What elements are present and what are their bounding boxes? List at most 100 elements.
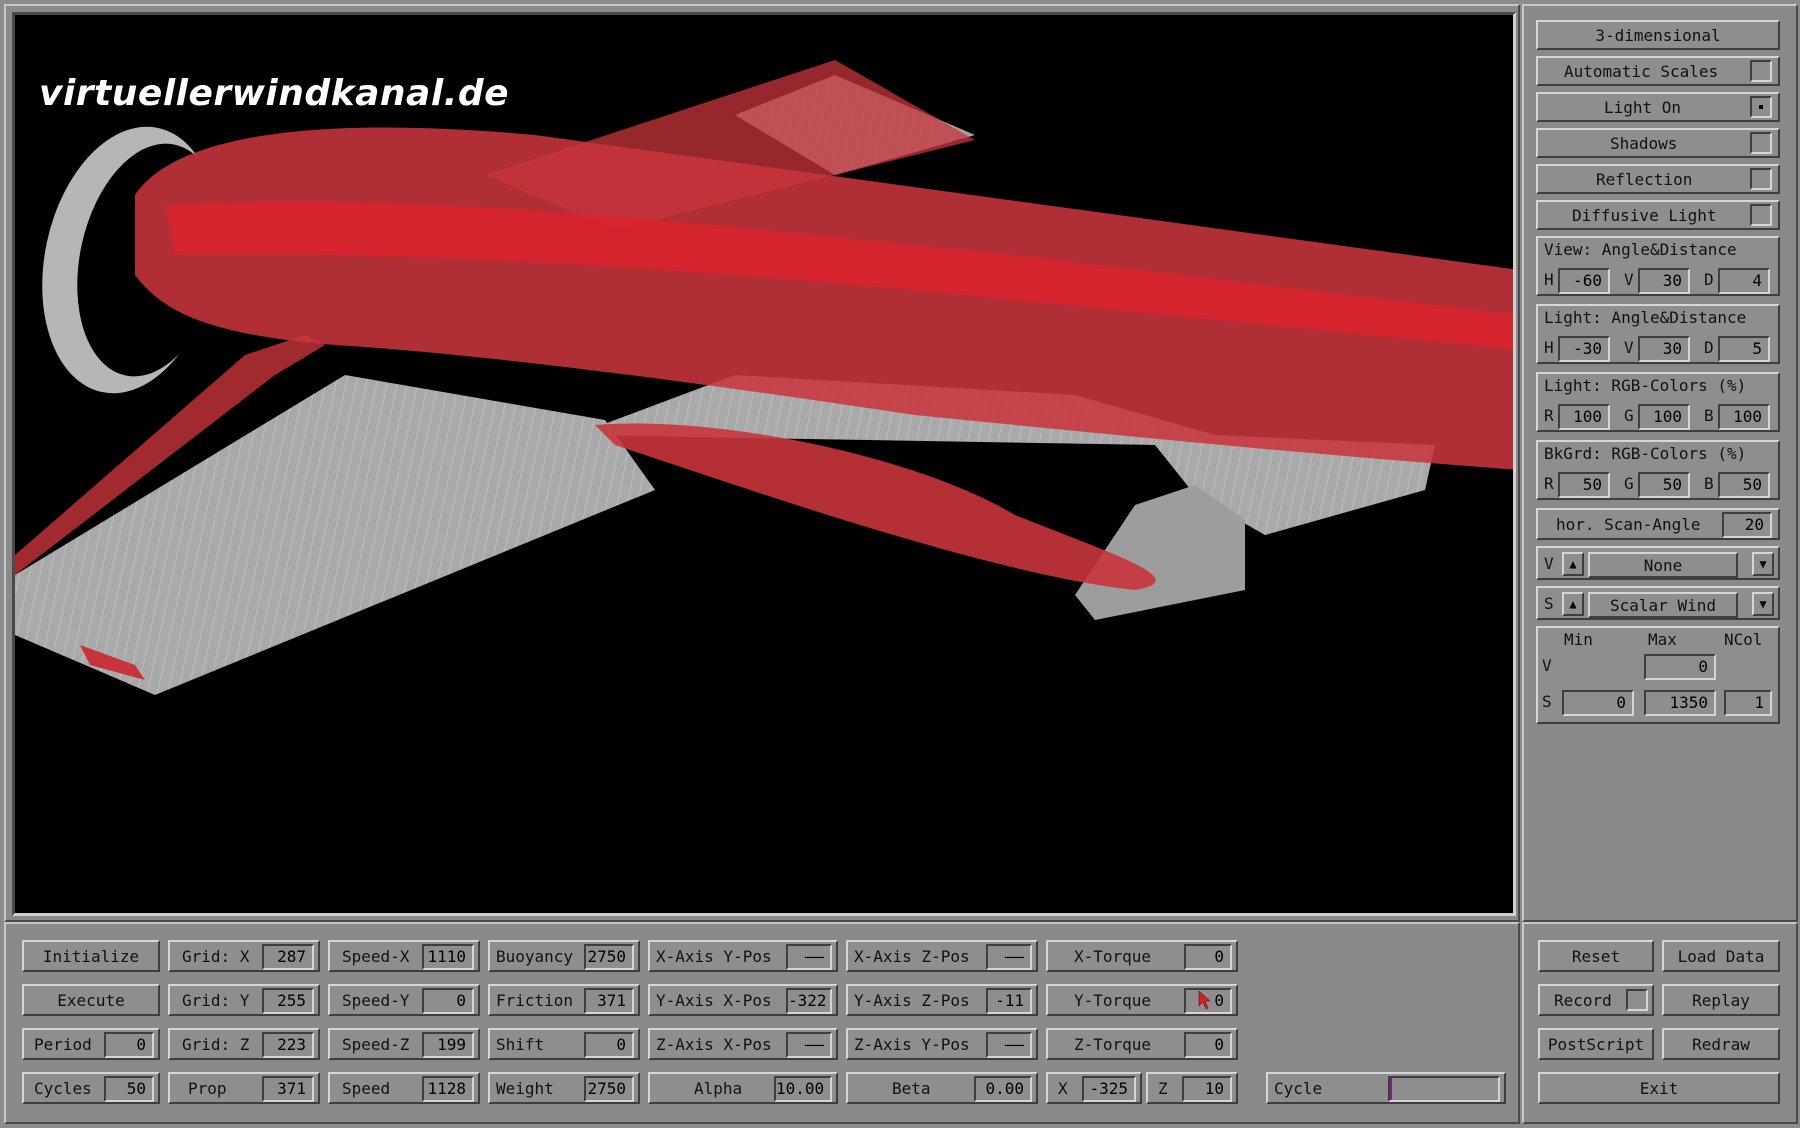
- scan-angle-group: hor. Scan-Angle 20: [1536, 508, 1780, 540]
- x-axis-y-pos-label: X-Axis Y-Pos: [656, 947, 772, 966]
- view-h-field[interactable]: -60: [1558, 268, 1610, 294]
- view-d-label: D: [1704, 270, 1714, 289]
- checkbox[interactable]: [1750, 96, 1772, 118]
- light-d-field[interactable]: 5: [1718, 336, 1770, 362]
- light-b-field[interactable]: 100: [1718, 404, 1770, 430]
- speed-y-label: Speed-Y: [342, 991, 410, 1010]
- x-torque-field[interactable]: 0: [1184, 944, 1232, 970]
- cycles-field[interactable]: 50: [104, 1076, 154, 1102]
- checkbox[interactable]: [1750, 60, 1772, 82]
- light-r-field[interactable]: 100: [1558, 404, 1610, 430]
- s-up-arrow-icon[interactable]: ▲: [1562, 592, 1584, 616]
- toggle-label: Reflection: [1596, 170, 1693, 189]
- alpha-field[interactable]: 10.00: [774, 1076, 832, 1102]
- cycle-progress-group: Cycle: [1266, 1072, 1506, 1104]
- period-field[interactable]: 0: [104, 1032, 154, 1058]
- z-torque-field[interactable]: 0: [1184, 1032, 1232, 1058]
- x-coord-field[interactable]: -325: [1082, 1076, 1136, 1102]
- record-toggle[interactable]: Record: [1538, 984, 1654, 1016]
- exit-button[interactable]: Exit: [1538, 1072, 1780, 1104]
- weight-group: Weight 2750: [488, 1072, 640, 1104]
- shift-field[interactable]: 0: [584, 1032, 634, 1058]
- x-coord-group: X -325: [1046, 1072, 1142, 1104]
- alpha-label: Alpha: [694, 1079, 743, 1098]
- light-g-field[interactable]: 100: [1638, 404, 1690, 430]
- grid-y-label: Grid: Y: [182, 991, 250, 1010]
- light-angle-group: Light: Angle&Distance H -30 V 30 D 5: [1536, 304, 1780, 364]
- light-d-label: D: [1704, 338, 1714, 357]
- speed-x-field[interactable]: 1110: [422, 944, 474, 970]
- s-down-arrow-icon[interactable]: ▼: [1752, 592, 1774, 616]
- checkbox[interactable]: [1750, 204, 1772, 226]
- speed-field[interactable]: 1128: [422, 1076, 474, 1102]
- range-max-header: Max: [1648, 630, 1677, 649]
- reset-button[interactable]: Reset: [1538, 940, 1654, 972]
- mode-3d-button[interactable]: 3-dimensional: [1536, 20, 1780, 50]
- y-axis-x-pos-field[interactable]: -322: [786, 988, 832, 1014]
- toggle-label: Light On: [1604, 98, 1682, 117]
- range-v-max-field[interactable]: 0: [1644, 654, 1716, 680]
- prop-group: Prop 371: [168, 1072, 320, 1104]
- record-label: Record: [1554, 991, 1612, 1010]
- speed-y-field[interactable]: 0: [422, 988, 474, 1014]
- view-v-field[interactable]: 30: [1638, 268, 1690, 294]
- buoyancy-field[interactable]: 2750: [584, 944, 634, 970]
- initialize-button[interactable]: Initialize: [22, 940, 160, 972]
- load-data-button[interactable]: Load Data: [1662, 940, 1780, 972]
- toggle-shadows[interactable]: Shadows: [1536, 128, 1780, 158]
- toggle-reflection[interactable]: Reflection: [1536, 164, 1780, 194]
- bkgrd-rgb-group: BkGrd: RGB-Colors (%) R 50 G 50 B 50: [1536, 440, 1780, 500]
- friction-label: Friction: [496, 991, 574, 1010]
- bkgrd-r-field[interactable]: 50: [1558, 472, 1610, 498]
- range-s-min-field[interactable]: 0: [1562, 690, 1634, 716]
- friction-field[interactable]: 371: [584, 988, 634, 1014]
- z-axis-y-pos-field[interactable]: ——: [986, 1032, 1032, 1058]
- watermark: virtuellerwindkanal.de: [39, 73, 510, 114]
- x-torque-group: X-Torque 0: [1046, 940, 1238, 972]
- y-axis-z-pos-field[interactable]: -11: [986, 988, 1032, 1014]
- x-axis-z-pos-field[interactable]: ——: [986, 944, 1032, 970]
- replay-button[interactable]: Replay: [1662, 984, 1780, 1016]
- weight-field[interactable]: 2750: [584, 1076, 634, 1102]
- s-select-value[interactable]: Scalar Wind: [1588, 592, 1738, 618]
- z-coord-field[interactable]: 10: [1182, 1076, 1232, 1102]
- z-axis-x-pos-field[interactable]: ——: [786, 1032, 832, 1058]
- light-h-field[interactable]: -30: [1558, 336, 1610, 362]
- cycle-label: Cycle: [1274, 1079, 1323, 1098]
- view-d-field[interactable]: 4: [1718, 268, 1770, 294]
- record-checkbox[interactable]: [1626, 989, 1648, 1011]
- grid-x-field[interactable]: 287: [262, 944, 314, 970]
- grid-y-field[interactable]: 255: [262, 988, 314, 1014]
- checkbox[interactable]: [1750, 168, 1772, 190]
- redraw-button[interactable]: Redraw: [1662, 1028, 1780, 1060]
- toggle-diffusive-light[interactable]: Diffusive Light: [1536, 200, 1780, 230]
- checkbox[interactable]: [1750, 132, 1772, 154]
- toggle-light-on[interactable]: Light On: [1536, 92, 1780, 122]
- scan-angle-field[interactable]: 20: [1722, 512, 1772, 538]
- speed-x-label: Speed-X: [342, 947, 410, 966]
- toggle-automatic-scales[interactable]: Automatic Scales: [1536, 56, 1780, 86]
- render-viewport[interactable]: virtuellerwindkanal.de: [12, 12, 1516, 916]
- z-coord-group: Z 10: [1146, 1072, 1238, 1104]
- execute-button[interactable]: Execute: [22, 984, 160, 1016]
- bkgrd-g-field[interactable]: 50: [1638, 472, 1690, 498]
- shift-label: Shift: [496, 1035, 545, 1054]
- x-torque-label: X-Torque: [1074, 947, 1152, 966]
- postscript-button[interactable]: PostScript: [1538, 1028, 1654, 1060]
- cycles-label: Cycles: [34, 1079, 92, 1098]
- v-down-arrow-icon[interactable]: ▼: [1752, 552, 1774, 576]
- bkgrd-b-field[interactable]: 50: [1718, 472, 1770, 498]
- light-v-field[interactable]: 30: [1638, 336, 1690, 362]
- v-up-arrow-icon[interactable]: ▲: [1562, 552, 1584, 576]
- light-h-label: H: [1544, 338, 1554, 357]
- range-s-ncol-field[interactable]: 1: [1724, 690, 1772, 716]
- x-axis-y-pos-field[interactable]: ——: [786, 944, 832, 970]
- grid-z-field[interactable]: 223: [262, 1032, 314, 1058]
- beta-field[interactable]: 0.00: [974, 1076, 1032, 1102]
- buoyancy-label: Buoyancy: [496, 947, 574, 966]
- prop-field[interactable]: 371: [262, 1076, 314, 1102]
- range-s-max-field[interactable]: 1350: [1644, 690, 1716, 716]
- speed-z-field[interactable]: 199: [422, 1032, 474, 1058]
- v-select-value[interactable]: None: [1588, 552, 1738, 578]
- light-angle-title: Light: Angle&Distance: [1544, 308, 1747, 327]
